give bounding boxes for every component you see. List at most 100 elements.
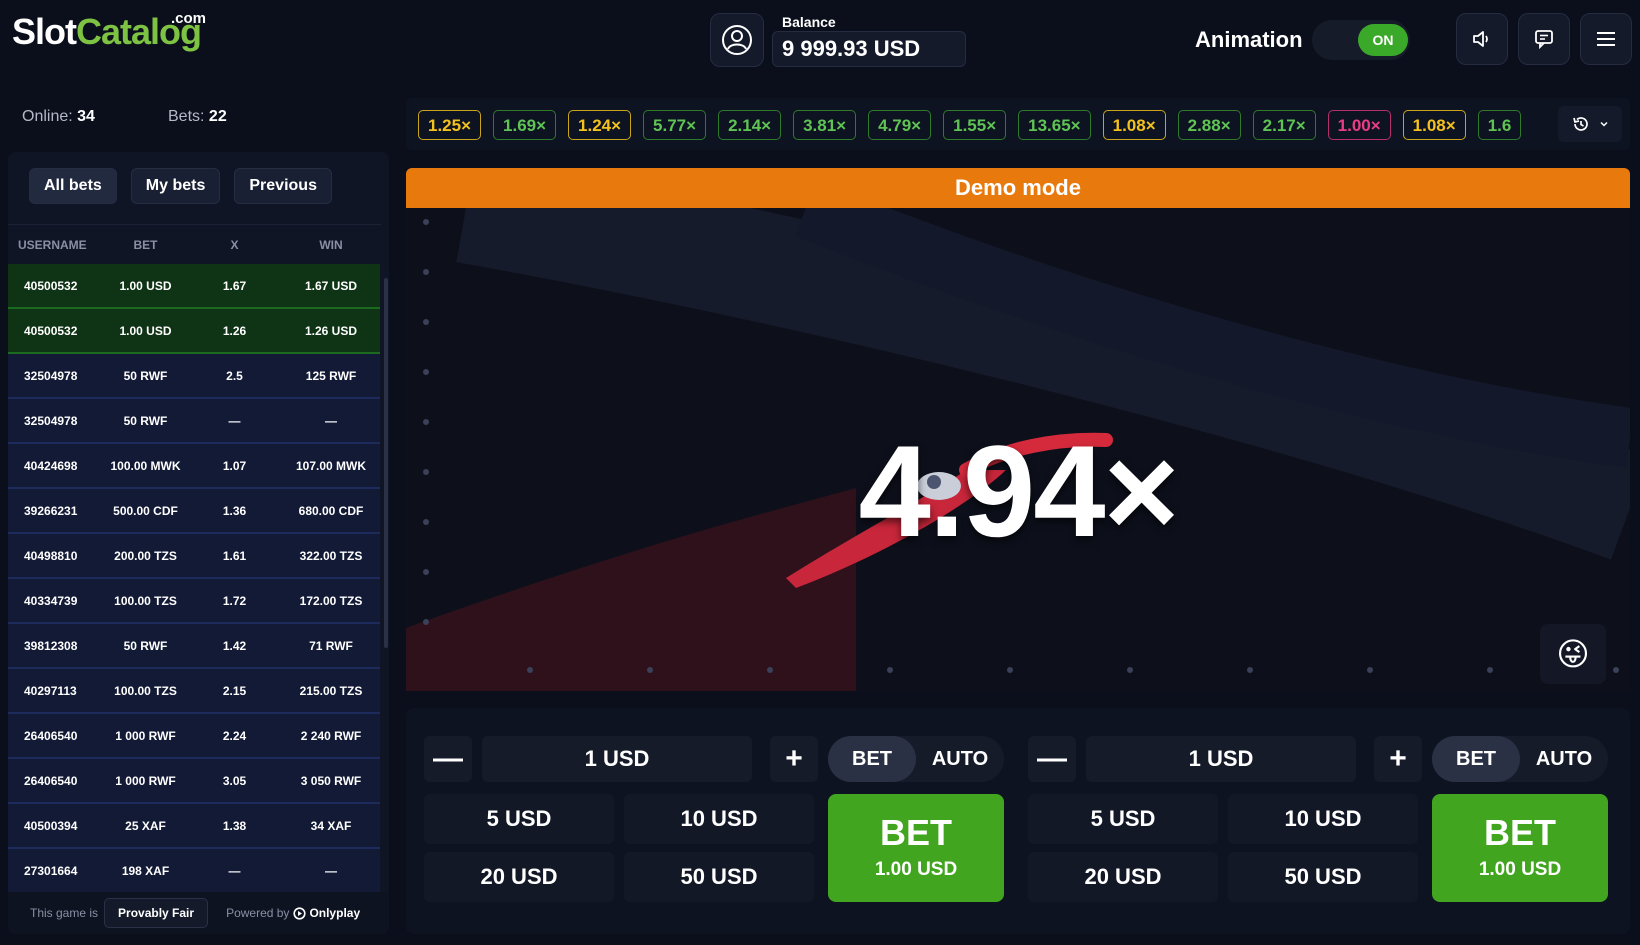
profile-button[interactable]: [710, 13, 764, 67]
cell-x: 1.38: [222, 818, 247, 833]
history-multiplier[interactable]: 1.25×: [418, 110, 482, 140]
cell-user: 40334739: [24, 593, 78, 608]
sound-button[interactable]: [1456, 13, 1508, 65]
cell-win: 215.00 TZS: [299, 683, 363, 698]
cell-bet: 50 RWF: [123, 638, 168, 653]
tab-my-bets[interactable]: My bets: [130, 168, 221, 204]
quick-bet-5[interactable]: 5 USD: [424, 794, 614, 844]
bets-scrollbar[interactable]: [384, 278, 388, 648]
cell-user: 40500394: [24, 818, 78, 833]
provider-name: Onlyplay: [309, 906, 361, 920]
mode-bet[interactable]: BET: [828, 736, 916, 782]
bet-mode-switch[interactable]: BET AUTO: [828, 736, 1004, 782]
logo-dotcom-text: .com: [171, 10, 207, 27]
provider-logo: Onlyplay: [293, 906, 360, 920]
place-bet-button[interactable]: BET 1.00 USD: [828, 794, 1004, 902]
cell-user: 40297113: [24, 683, 77, 698]
quick-bet-10[interactable]: 10 USD: [1228, 794, 1418, 844]
quick-bet-20[interactable]: 20 USD: [1028, 852, 1218, 902]
mode-bet[interactable]: BET: [1432, 736, 1520, 782]
cell-user: 32504978: [24, 368, 78, 383]
history-multiplier[interactable]: 2.14×: [718, 110, 782, 140]
increase-amount-button[interactable]: +: [770, 736, 818, 782]
chat-icon: [1535, 30, 1553, 50]
bets-tabs: All bets My bets Previous: [29, 168, 332, 204]
history-multiplier[interactable]: 2.88×: [1177, 110, 1241, 140]
history-multiplier[interactable]: 1.24×: [568, 110, 632, 140]
cell-bet: 50 RWF: [123, 368, 168, 383]
column-x: X: [230, 237, 239, 252]
cell-x: 1.42: [222, 638, 247, 653]
emoji-reaction-button[interactable]: 😜: [1540, 624, 1606, 684]
increase-amount-button[interactable]: +: [1374, 736, 1422, 782]
bet-amount-input[interactable]: 1 USD: [1086, 736, 1356, 782]
current-multiplier: 4.94×: [858, 418, 1180, 564]
cell-bet: 1.00 USD: [119, 323, 172, 338]
bet-amount-input[interactable]: 1 USD: [482, 736, 752, 782]
history-multiplier[interactable]: 2.17×: [1252, 110, 1316, 140]
animation-label: Animation: [1195, 27, 1303, 52]
chat-button[interactable]: [1518, 13, 1570, 65]
bet-mode-switch[interactable]: BET AUTO: [1432, 736, 1608, 782]
cell-x: 1.36: [222, 503, 247, 518]
menu-button[interactable]: [1580, 13, 1632, 65]
tab-all-bets[interactable]: All bets: [29, 168, 117, 204]
cell-bet: 1 000 RWF: [115, 773, 176, 788]
cell-win: 34 XAF: [310, 818, 352, 833]
cell-bet: 100.00 TZS: [114, 683, 177, 698]
decrease-amount-button[interactable]: —: [1028, 736, 1076, 782]
history-multiplier[interactable]: 1.08×: [1102, 110, 1166, 140]
table-row: 40334739 100.00 TZS 1.72 172.00 TZS: [8, 579, 380, 624]
user-icon: [722, 25, 752, 55]
table-row: 27301664 198 XAF — —: [8, 849, 380, 894]
history-multiplier[interactable]: 13.65×: [1018, 110, 1091, 140]
quick-bet-50[interactable]: 50 USD: [1228, 852, 1418, 902]
cell-user: 40500532: [24, 278, 78, 293]
emoji-icon: 😜: [1556, 636, 1590, 672]
history-multiplier[interactable]: 1.6: [1477, 110, 1522, 140]
history-multiplier[interactable]: 5.77×: [643, 110, 707, 140]
mode-auto[interactable]: AUTO: [916, 736, 1004, 782]
animation-toggle[interactable]: ON: [1312, 20, 1410, 60]
history-dropdown-button[interactable]: [1558, 106, 1622, 142]
cell-x: 1.67: [222, 278, 247, 293]
table-row: 39266231 500.00 CDF 1.36 680.00 CDF: [8, 489, 380, 534]
cell-user: 39266231: [24, 503, 78, 518]
place-bet-button[interactable]: BET 1.00 USD: [1432, 794, 1608, 902]
quick-bet-10[interactable]: 10 USD: [624, 794, 814, 844]
bets-table-header: USERNAME BET X WIN: [8, 224, 381, 264]
fair-text: This game is: [30, 906, 99, 920]
table-row: 40498810 200.00 TZS 1.61 322.00 TZS: [8, 534, 380, 579]
history-multiplier[interactable]: 1.55×: [943, 110, 1007, 140]
table-row: 40297113 100.00 TZS 2.15 215.00 TZS: [8, 669, 380, 714]
cell-x: —: [228, 863, 241, 878]
history-multiplier[interactable]: 1.08×: [1402, 110, 1466, 140]
provably-fair-button[interactable]: Provably Fair: [104, 898, 209, 928]
cell-x: —: [228, 413, 241, 428]
quick-bet-20[interactable]: 20 USD: [424, 852, 614, 902]
cell-bet: 198 XAF: [121, 863, 170, 878]
history-multiplier[interactable]: 1.00×: [1327, 110, 1391, 140]
cell-bet: 500.00 CDF: [113, 503, 178, 518]
logo-slot-text: Slot: [12, 11, 77, 52]
bets-footer: This game is Provably Fair Powered by On…: [8, 892, 389, 934]
cell-user: 26406540: [24, 773, 78, 788]
bet-panel-2: — 1 USD + BET AUTO 5 USD 10 USD 20 USD 5…: [1028, 722, 1608, 902]
cell-x: 1.72: [222, 593, 247, 608]
quick-bet-5[interactable]: 5 USD: [1028, 794, 1218, 844]
place-bet-amount: 1.00 USD: [874, 859, 958, 880]
tab-previous[interactable]: Previous: [234, 168, 332, 204]
cell-user: 26406540: [24, 728, 78, 743]
place-bet-label: BET: [1484, 812, 1556, 853]
site-logo[interactable]: Cosmox SlotCatalog .com: [8, 8, 208, 70]
quick-bet-50[interactable]: 50 USD: [624, 852, 814, 902]
history-multiplier[interactable]: 3.81×: [793, 110, 857, 140]
cell-bet: 100.00 TZS: [114, 593, 177, 608]
history-multiplier[interactable]: 1.69×: [493, 110, 557, 140]
history-multiplier[interactable]: 4.79×: [868, 110, 932, 140]
cell-win: 3 050 RWF: [300, 773, 362, 788]
balance-label: Balance: [782, 14, 836, 30]
mode-auto[interactable]: AUTO: [1520, 736, 1608, 782]
decrease-amount-button[interactable]: —: [424, 736, 472, 782]
cell-win: 322.00 TZS: [299, 548, 363, 563]
